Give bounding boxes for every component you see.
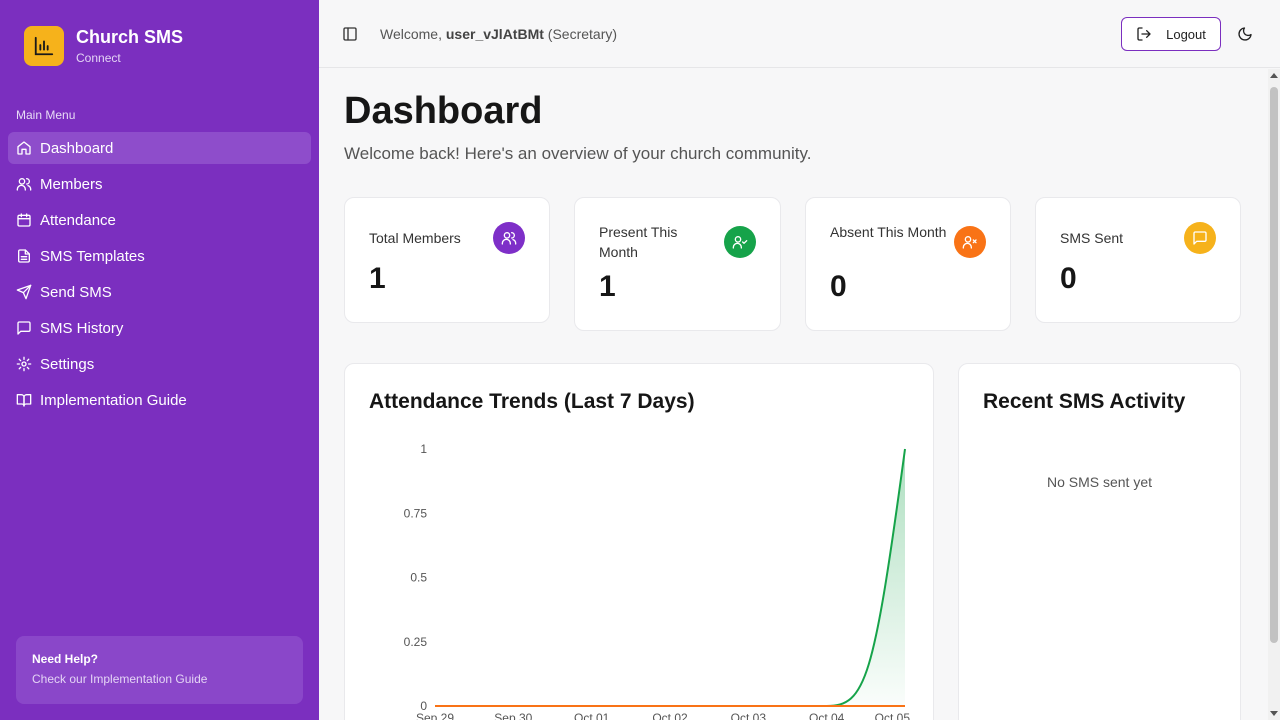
stat-label: Present This Month [599,224,678,260]
x-tick-label: Oct 02 [652,711,688,720]
brand[interactable]: Church SMS Connect [24,26,183,66]
sidebar-item-label: SMS Templates [40,247,145,265]
attendance-trends-panel: Attendance Trends (Last 7 Days) 0 0.25 0.5… [344,363,934,720]
y-tick-label: 0.5 [410,571,427,585]
users-icon [493,222,525,254]
message-square-icon [1184,222,1216,254]
theme-toggle-button[interactable] [1237,26,1253,42]
gear-icon [16,356,32,372]
x-tick-label: Oct 01 [574,711,610,720]
stat-value: 1 [599,270,616,303]
recent-sms-panel: Recent SMS Activity No SMS sent yet [958,363,1241,720]
x-tick-label: Oct 05 [875,711,911,720]
sidebar-item-label: Send SMS [40,283,112,301]
welcome-text: Welcome, user_vJlAtBMt (Secretary) [380,26,617,42]
sidebar-item-label: Attendance [40,211,116,229]
sidebar-toggle-button[interactable] [341,25,359,43]
sidebar-item-label: Implementation Guide [40,391,187,409]
sidebar-item-label: SMS History [40,319,124,337]
moon-icon [1238,27,1252,41]
panel-left-icon [343,26,357,41]
x-tick-label: Sep 29 [416,711,454,720]
page-subtitle: Welcome back! Here's an overview of your… [344,144,812,163]
series-area [435,449,905,706]
log-out-icon [1137,27,1151,41]
sidebar-item-sms-history[interactable]: SMS History [8,312,311,344]
scroll-thumb[interactable] [1270,87,1278,643]
sidebar-item-label: Dashboard [40,139,114,157]
brand-subtitle: Connect [76,51,121,65]
stat-label: SMS Sent [1060,230,1124,246]
help-title: Need Help? [32,652,99,666]
calendar-icon [17,213,31,227]
y-tick-label: 1 [420,442,427,456]
message-square-icon [17,321,31,335]
username: user_vJlAtBMt [445,25,544,42]
bar-chart-icon [24,26,64,66]
book-open-icon [16,394,32,407]
stat-value: 1 [369,262,386,295]
sidebar-item-attendance[interactable]: Attendance [8,204,311,236]
user-role: (Secretary) [547,25,618,42]
stat-card-present-this-month: Present This Month 1 [574,197,781,331]
empty-state-text: No SMS sent yet [1046,474,1153,490]
sidebar-item-sms-templates[interactable]: SMS Templates [8,240,311,272]
users-icon [16,178,32,191]
stat-value: 0 [830,270,847,303]
y-tick-label: 0.25 [404,635,428,649]
help-box: Need Help? Check our Implementation Guid… [16,636,303,704]
file-text-icon [18,249,30,263]
sidebar: Church SMS Connect Main Menu Dashboard M… [0,0,319,720]
x-tick-label: Oct 04 [809,711,845,720]
brand-title: Church SMS [76,27,184,47]
home-icon [17,141,31,155]
send-icon [16,284,32,300]
menu-section-label: Main Menu [16,108,76,122]
user-check-icon [724,226,756,258]
stat-card-sms-sent: SMS Sent 0 [1035,197,1241,323]
series-line [434,448,906,707]
stat-card-total-members: Total Members 1 [344,197,550,323]
sidebar-item-members[interactable]: Members [8,168,311,200]
sidebar-item-settings[interactable]: Settings [8,348,311,380]
logout-button[interactable]: Logout [1121,17,1221,51]
sidebar-item-label: Members [40,175,103,193]
sidebar-item-dashboard[interactable]: Dashboard [8,132,311,164]
page-scrollbar[interactable] [1268,69,1280,720]
user-x-icon [954,226,986,258]
sidebar-menu: Dashboard Members Attendance SMS Templat… [8,132,311,420]
page-title: Dashboard [344,90,543,132]
help-link[interactable]: Check our Implementation Guide [32,672,287,686]
attendance-chart: 00.250.50.751Sep 29 Sep 30 Oct 01 Oct 02 Oct… [404,442,911,720]
stat-value: 0 [1060,262,1077,295]
y-tick-label: 0.75 [404,506,428,520]
sidebar-item-send-sms[interactable]: Send SMS [8,276,311,308]
scroll-up-arrow[interactable] [1270,73,1278,78]
stat-label: Total Members [369,230,461,246]
logout-label: Logout [1166,26,1206,42]
scroll-down-arrow[interactable] [1270,711,1278,716]
top-header: Welcome, user_vJlAtBMt (Secretary) Logou… [319,0,1280,68]
panel-title: Recent SMS Activity [983,390,1186,413]
welcome-prefix: Welcome, [380,25,442,42]
stat-label: Absent This Month [830,224,947,240]
sidebar-item-implementation-guide[interactable]: Implementation Guide [8,384,311,416]
x-tick-label: Sep 30 [494,711,532,720]
sidebar-item-label: Settings [40,355,95,373]
stat-card-absent-this-month: Absent This Month 0 [805,197,1011,331]
x-tick-label: Oct 03 [731,711,767,720]
